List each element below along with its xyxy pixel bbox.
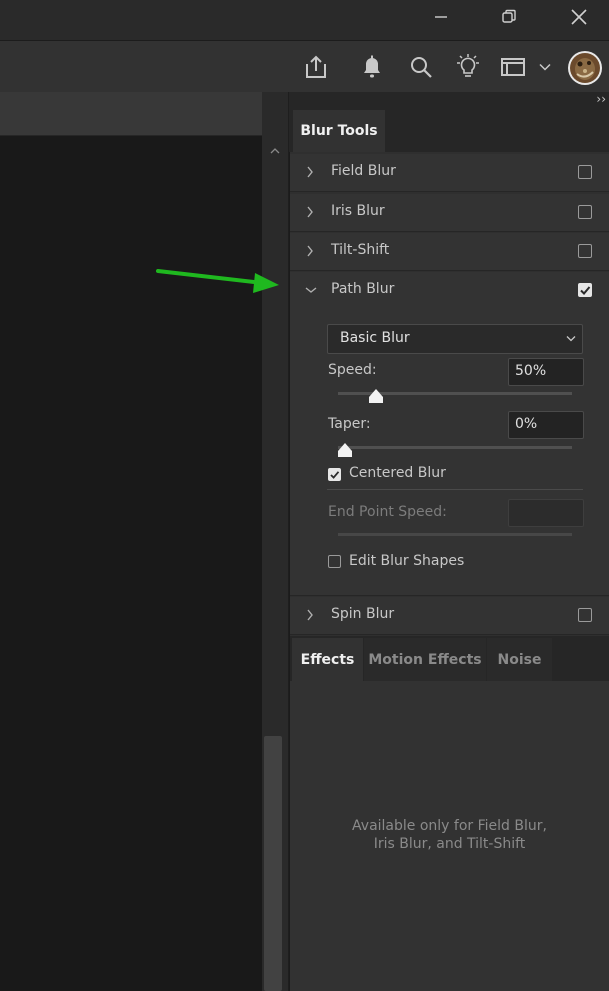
centered-blur-label: Centered Blur xyxy=(349,465,446,481)
chevron-right-icon[interactable] xyxy=(306,165,314,179)
blur-row-label: Tilt-Shift xyxy=(331,242,390,258)
edit-blur-shapes-label: Edit Blur Shapes xyxy=(349,553,465,569)
centered-blur-checkbox[interactable] xyxy=(328,468,341,481)
taper-label: Taper: xyxy=(328,416,371,432)
discover-button[interactable] xyxy=(452,51,484,83)
tab-motion-effects[interactable]: Motion Effects xyxy=(364,638,486,681)
blur-row-path[interactable]: Path Blur xyxy=(290,272,609,310)
end-point-speed-label: End Point Speed: xyxy=(328,504,447,520)
tab-effects[interactable]: Effects xyxy=(292,638,363,681)
search-button[interactable] xyxy=(405,51,437,83)
iris-blur-checkbox[interactable] xyxy=(578,205,592,219)
panel-header-strip: ›› xyxy=(289,92,609,110)
note-line-2: Iris Blur, and Tilt-Shift xyxy=(373,836,526,852)
spin-blur-checkbox[interactable] xyxy=(578,608,592,622)
blur-row-tilt-shift[interactable]: Tilt-Shift xyxy=(290,233,609,271)
app-bar xyxy=(0,40,609,92)
speed-slider-thumb[interactable] xyxy=(368,388,384,404)
document-tab-bar xyxy=(0,92,262,136)
minimize-button[interactable] xyxy=(418,0,464,34)
edit-blur-shapes-checkbox[interactable] xyxy=(328,555,341,568)
blur-row-label: Spin Blur xyxy=(331,606,395,622)
collapse-panel-icon[interactable]: ›› xyxy=(596,92,606,106)
checkmark-icon xyxy=(330,471,340,479)
checkmark-icon xyxy=(580,286,591,295)
avatar[interactable] xyxy=(567,50,603,86)
blur-row-field[interactable]: Field Blur xyxy=(290,154,609,192)
close-button[interactable] xyxy=(556,0,602,34)
end-point-speed-slider xyxy=(338,533,572,536)
tilt-shift-checkbox[interactable] xyxy=(578,244,592,258)
title-bar xyxy=(0,0,609,40)
chevron-right-icon[interactable] xyxy=(306,205,314,219)
blur-row-label: Iris Blur xyxy=(331,203,385,219)
blur-mode-select[interactable]: Basic Blur xyxy=(327,324,583,354)
chevron-down-icon xyxy=(539,63,551,71)
scrollbar-thumb[interactable] xyxy=(264,736,282,991)
blur-row-spin[interactable]: Spin Blur xyxy=(290,597,609,635)
speed-input[interactable]: 50% xyxy=(508,358,584,386)
tab-noise[interactable]: Noise xyxy=(487,638,552,681)
blur-mode-value: Basic Blur xyxy=(340,330,410,346)
minimize-icon xyxy=(435,16,447,18)
annotation-arrow xyxy=(156,269,279,293)
taper-input[interactable]: 0% xyxy=(508,411,584,439)
effects-availability-note: Available only for Field Blur, Iris Blur… xyxy=(290,817,609,853)
blur-row-iris[interactable]: Iris Blur xyxy=(290,194,609,232)
workspace-icon xyxy=(501,58,525,76)
blur-row-label: Path Blur xyxy=(331,281,395,297)
tab-blur-tools[interactable]: Blur Tools xyxy=(293,110,385,152)
taper-slider-track[interactable] xyxy=(338,446,572,449)
restore-icon xyxy=(502,9,516,23)
path-blur-checkbox[interactable] xyxy=(578,283,592,297)
share-icon xyxy=(306,55,326,78)
chevron-right-icon[interactable] xyxy=(306,244,314,258)
chevron-right-icon[interactable] xyxy=(306,608,314,622)
separator xyxy=(327,489,583,490)
chevron-down-icon xyxy=(566,336,576,342)
speed-label: Speed: xyxy=(328,362,377,378)
blur-row-label: Field Blur xyxy=(331,163,396,179)
field-blur-checkbox[interactable] xyxy=(578,165,592,179)
chevron-down-icon[interactable] xyxy=(304,286,318,294)
bell-icon xyxy=(364,55,380,78)
scroll-up-icon[interactable] xyxy=(270,147,280,154)
end-point-speed-input xyxy=(508,499,584,527)
avatar-image xyxy=(568,51,602,85)
taper-slider-thumb[interactable] xyxy=(337,442,353,458)
share-button[interactable] xyxy=(300,51,332,83)
restore-button[interactable] xyxy=(486,0,532,34)
workspace-button[interactable] xyxy=(498,51,528,83)
notifications-button[interactable] xyxy=(356,51,388,83)
search-icon xyxy=(411,57,432,78)
note-line-1: Available only for Field Blur, xyxy=(352,818,547,834)
workspace-dropdown[interactable] xyxy=(538,51,552,83)
close-icon xyxy=(571,9,587,25)
lightbulb-icon xyxy=(457,54,479,77)
